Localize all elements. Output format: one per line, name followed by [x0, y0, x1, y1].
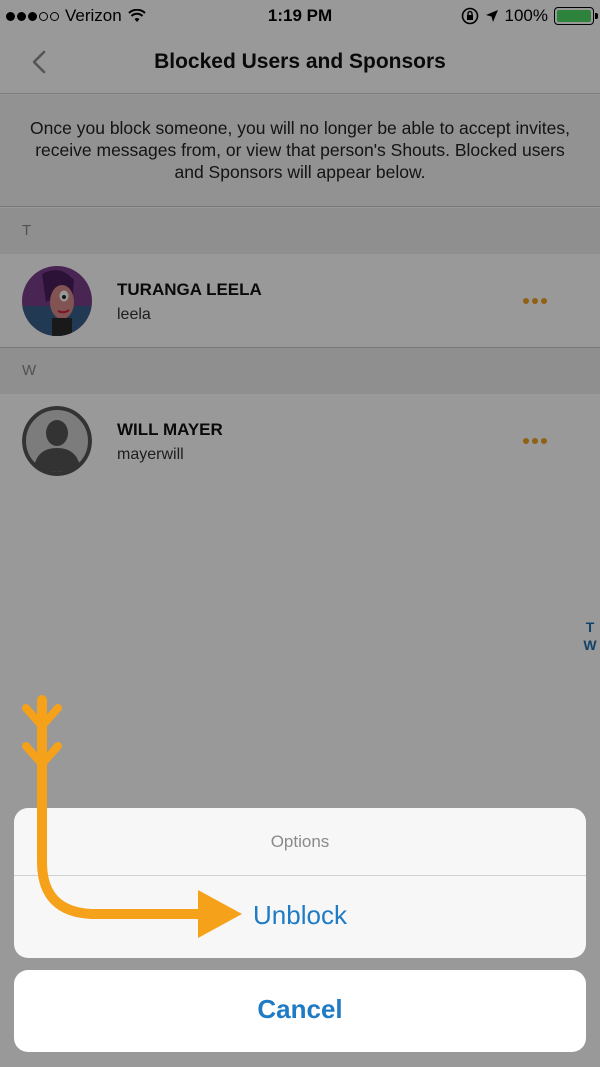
action-sheet: Options Unblock	[14, 808, 586, 958]
action-sheet-title: Options	[14, 808, 586, 876]
unblock-button[interactable]: Unblock	[14, 876, 586, 958]
cancel-button[interactable]: Cancel	[14, 970, 586, 1052]
